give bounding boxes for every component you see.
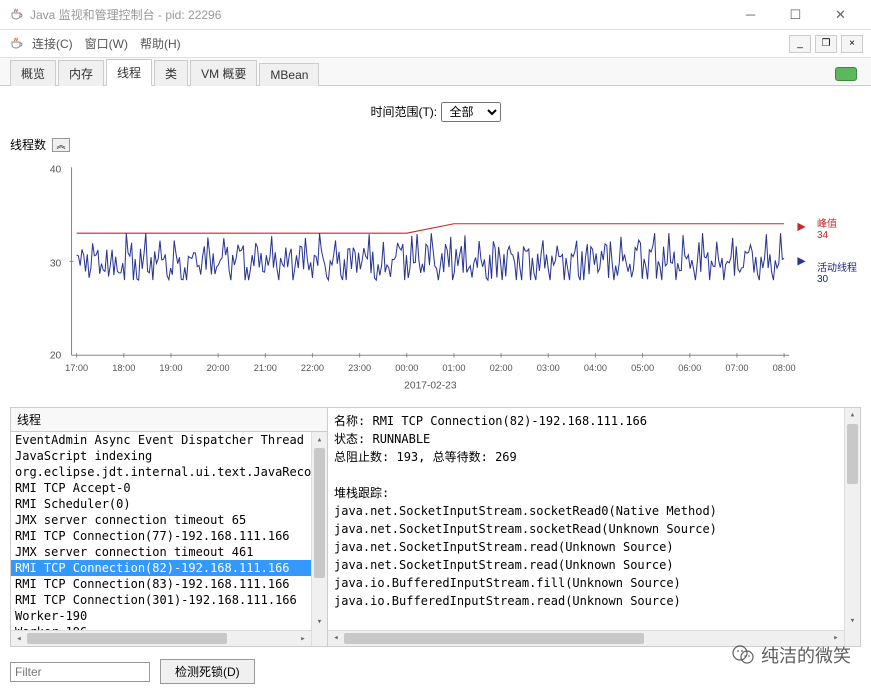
thread-chart: 40 30 20 17:00 18:00 19:00 20:00 21:00 22:00 2… (10, 157, 861, 397)
filter-input[interactable] (10, 662, 150, 682)
detail-waited-label: 总等待数: (433, 450, 488, 464)
stack-line: java.net.SocketInputStream.read(Unknown … (334, 538, 854, 556)
thread-list[interactable]: EventAdmin Async Event Dispatcher Thread… (11, 432, 327, 646)
thread-item[interactable]: RMI TCP Connection(83)-192.168.111.166 (11, 576, 327, 592)
chart-collapse-button[interactable]: ︽ (52, 138, 70, 152)
watermark: 纯洁的微笑 (731, 642, 851, 668)
detect-deadlock-button[interactable]: 检测死锁(D) (160, 659, 255, 684)
subwindow-restore[interactable]: ❐ (815, 35, 837, 53)
thread-item[interactable]: EventAdmin Async Event Dispatcher Thread (11, 432, 327, 448)
threads-panel-header: 线程 (11, 407, 327, 432)
thread-list-scrollbar[interactable]: ▴ ▾ (311, 432, 327, 646)
detail-state-label: 状态: (334, 432, 365, 446)
java-icon (8, 7, 24, 23)
detail-state-value: RUNNABLE (372, 432, 430, 446)
tab-vm-summary[interactable]: VM 概要 (190, 60, 257, 86)
svg-text:01:00: 01:00 (442, 363, 465, 373)
peak-value: 34 (817, 230, 828, 241)
svg-text:17:00: 17:00 (65, 363, 88, 373)
svg-text:20: 20 (50, 350, 62, 361)
subwindow-minimize[interactable]: _ (789, 35, 811, 53)
thread-item[interactable]: JavaScript indexing (11, 448, 327, 464)
stack-label: 堆栈跟踪: (334, 484, 854, 502)
svg-text:07:00: 07:00 (725, 363, 748, 373)
tab-mbean[interactable]: MBean (259, 63, 319, 86)
detail-blocked-value: 193, (396, 450, 425, 464)
window-titlebar: Java 监视和管理控制台 - pid: 22296 ─ ☐ ✕ (0, 0, 871, 30)
tab-memory[interactable]: 内存 (58, 60, 104, 86)
svg-text:21:00: 21:00 (254, 363, 277, 373)
detail-name-label: 名称: (334, 414, 365, 428)
tabbar: 概览 内存 线程 类 VM 概要 MBean (0, 58, 871, 86)
svg-text:22:00: 22:00 (301, 363, 324, 373)
tab-threads[interactable]: 线程 (106, 59, 152, 86)
connection-status-icon (835, 67, 857, 81)
close-button[interactable]: ✕ (818, 0, 863, 29)
svg-text:18:00: 18:00 (112, 363, 135, 373)
timerange-label: 时间范围(T): (370, 105, 437, 119)
stack-line: java.net.SocketInputStream.socketRead(Un… (334, 520, 854, 538)
live-value: 30 (817, 274, 828, 285)
menu-window[interactable]: 窗口(W) (85, 35, 128, 52)
svg-text:02:00: 02:00 (490, 363, 513, 373)
thread-item[interactable]: JMX server connection timeout 461 (11, 544, 327, 560)
svg-text:06:00: 06:00 (678, 363, 701, 373)
stack-line: java.io.BufferedInputStream.read(Unknown… (334, 592, 854, 610)
stack-line: java.net.SocketInputStream.socketRead0(N… (334, 502, 854, 520)
svg-text:05:00: 05:00 (631, 363, 654, 373)
thread-item[interactable]: RMI TCP Connection(82)-192.168.111.166 (11, 560, 327, 576)
thread-item[interactable]: JMX server connection timeout 65 (11, 512, 327, 528)
detail-waited-value: 269 (495, 450, 517, 464)
svg-text:08:00: 08:00 (773, 363, 796, 373)
thread-list-hscrollbar[interactable]: ◂ ▸ (11, 630, 311, 646)
stack-line: java.net.SocketInputStream.read(Unknown … (334, 556, 854, 574)
thread-item[interactable]: Worker-190 (11, 608, 327, 624)
svg-text:2017-02-23: 2017-02-23 (404, 381, 457, 392)
java-icon (8, 36, 24, 52)
tab-overview[interactable]: 概览 (10, 60, 56, 86)
thread-details: 名称: RMI TCP Connection(82)-192.168.111.1… (328, 407, 861, 647)
svg-text:23:00: 23:00 (348, 363, 371, 373)
svg-text:40: 40 (50, 165, 62, 176)
window-title: Java 监视和管理控制台 - pid: 22296 (30, 6, 728, 23)
timerange-select[interactable]: 全部 (441, 102, 501, 122)
thread-item[interactable]: RMI TCP Connection(77)-192.168.111.166 (11, 528, 327, 544)
svg-text:03:00: 03:00 (537, 363, 560, 373)
subwindow-close[interactable]: × (841, 35, 863, 53)
menubar: 连接(C) 窗口(W) 帮助(H) _ ❐ × (0, 30, 871, 58)
peak-label: 峰值 (817, 219, 837, 230)
menu-help[interactable]: 帮助(H) (140, 35, 181, 52)
timerange-row: 时间范围(T): 全部 (10, 92, 861, 132)
thread-item[interactable]: org.eclipse.jdt.internal.ui.text.JavaRec… (11, 464, 327, 480)
detail-blocked-label: 总阻止数: (334, 450, 389, 464)
svg-text:00:00: 00:00 (395, 363, 418, 373)
svg-text:20:00: 20:00 (207, 363, 230, 373)
svg-text:04:00: 04:00 (584, 363, 607, 373)
svg-text:30: 30 (50, 258, 62, 269)
minimize-button[interactable]: ─ (728, 0, 773, 29)
chart-title: 线程数 (10, 136, 46, 153)
threads-panel: 线程 EventAdmin Async Event Dispatcher Thr… (10, 407, 328, 647)
thread-item[interactable]: RMI TCP Connection(301)-192.168.111.166 (11, 592, 327, 608)
svg-text:19:00: 19:00 (159, 363, 182, 373)
maximize-button[interactable]: ☐ (773, 0, 818, 29)
tab-classes[interactable]: 类 (154, 60, 188, 86)
live-label: 活动线程 (817, 263, 857, 274)
thread-item[interactable]: RMI TCP Accept-0 (11, 480, 327, 496)
detail-name-value: RMI TCP Connection(82)-192.168.111.166 (372, 414, 647, 428)
menu-connect[interactable]: 连接(C) (32, 35, 73, 52)
details-scrollbar[interactable]: ▴ ▾ (844, 408, 860, 646)
thread-item[interactable]: RMI Scheduler(0) (11, 496, 327, 512)
stack-line: java.io.BufferedInputStream.fill(Unknown… (334, 574, 854, 592)
wechat-icon (731, 643, 755, 667)
